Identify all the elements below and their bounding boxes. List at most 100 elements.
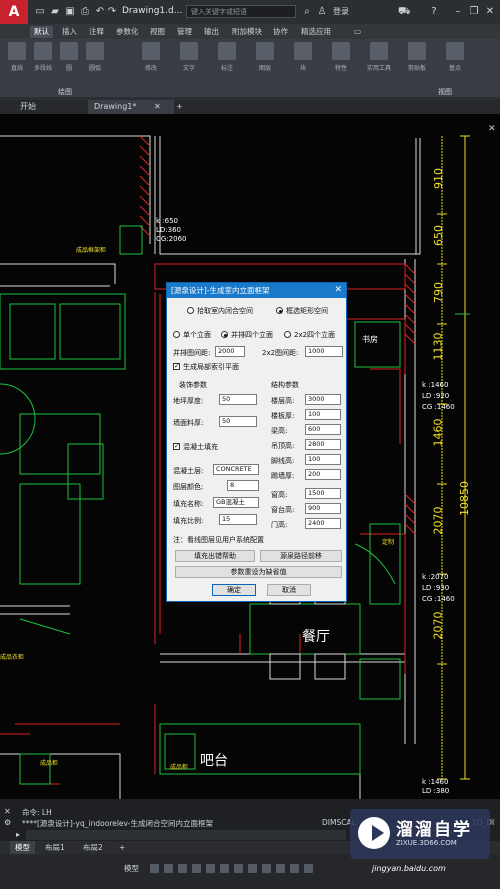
struct-param-input[interactable]: 100 xyxy=(305,409,341,420)
modify-button[interactable]: 修改 xyxy=(138,42,164,72)
new-file-icon[interactable]: ▭ xyxy=(34,6,46,17)
ribbon-tab-output[interactable]: 输出 xyxy=(200,26,223,38)
layers-button[interactable]: 图层 xyxy=(252,42,278,72)
minimize-icon[interactable]: – xyxy=(452,6,464,17)
fill-name-input[interactable]: GB混凝土 xyxy=(213,497,259,508)
radio-2x2[interactable] xyxy=(284,331,291,338)
struct-param-input[interactable]: 2800 xyxy=(305,439,341,450)
help-icon[interactable]: ? xyxy=(428,6,440,17)
clipboard-button[interactable]: 剪贴板 xyxy=(404,42,430,72)
layer-color-input[interactable]: 8 xyxy=(227,480,259,491)
struct-param-input[interactable]: 100 xyxy=(305,454,341,465)
ribbon-tab-featured[interactable]: 精选应用 xyxy=(297,26,335,38)
reset-defaults-button[interactable]: 参数重设为缺省值 xyxy=(175,566,342,578)
ribbon-group-view[interactable]: 视图 xyxy=(438,87,452,97)
grid-icon[interactable] xyxy=(150,864,159,873)
radio-four[interactable] xyxy=(221,331,228,338)
arc-tool-button[interactable]: 圆弧 xyxy=(82,42,108,72)
fill-help-button[interactable]: 填充出错帮助 xyxy=(175,550,255,562)
ok-button[interactable]: 确定 xyxy=(212,584,256,596)
close-icon[interactable]: ✕ xyxy=(484,6,496,17)
gap-input[interactable]: 2000 xyxy=(215,346,245,357)
ribbon-tab-manage[interactable]: 管理 xyxy=(173,26,196,38)
annotation-scale-icon[interactable] xyxy=(276,864,285,873)
concrete-fill-checkbox[interactable]: ✓ xyxy=(173,443,180,450)
layout-tab-model[interactable]: 模型 xyxy=(10,841,35,854)
block-button[interactable]: 块 xyxy=(290,42,316,72)
cart-icon[interactable]: ⛟ xyxy=(398,6,411,17)
cancel-button[interactable]: 取消 xyxy=(267,584,311,596)
ribbon-tab-insert[interactable]: 插入 xyxy=(58,26,81,38)
ribbon-toggle-icon[interactable]: ▭ xyxy=(350,26,365,38)
radio-single[interactable] xyxy=(173,331,180,338)
ribbon-tab-parametric[interactable]: 参数化 xyxy=(112,26,143,38)
ribbon-tab-annotate[interactable]: 注释 xyxy=(85,26,108,38)
text-button[interactable]: 文字 xyxy=(176,42,202,72)
lineweight-icon[interactable] xyxy=(234,864,243,873)
new-tab-icon[interactable]: + xyxy=(170,100,189,114)
command-settings-icon[interactable]: ⚙ xyxy=(4,818,11,827)
redo-icon[interactable]: ↷ xyxy=(106,6,118,17)
model-space-label[interactable]: 模型 xyxy=(124,863,139,874)
properties-button[interactable]: 特性 xyxy=(328,42,354,72)
search-input[interactable]: 键入关键字或短语 xyxy=(186,5,296,18)
app-logo[interactable]: A xyxy=(0,0,28,24)
login-link[interactable]: 登录 xyxy=(333,6,349,17)
path-forward-button[interactable]: 源泉路径前移 xyxy=(260,550,342,562)
ribbon-group-draw[interactable]: 绘图 xyxy=(58,87,72,97)
save-icon[interactable]: ▣ xyxy=(64,6,76,17)
utilities-button[interactable]: 实用工具 xyxy=(366,42,392,72)
index-plane-checkbox[interactable]: ✓ xyxy=(173,363,180,370)
radio-box-rect[interactable] xyxy=(276,307,283,314)
canvas-close-icon[interactable]: ✕ xyxy=(488,124,496,134)
command-close-icon[interactable]: ✕ xyxy=(4,807,11,816)
basepoint-button[interactable]: 基点 xyxy=(442,42,468,72)
otrack-icon[interactable] xyxy=(220,864,229,873)
floor-thickness-input[interactable]: 50 xyxy=(219,394,257,405)
struct-param-input[interactable]: 600 xyxy=(305,424,341,435)
dimension-button[interactable]: 标注 xyxy=(214,42,240,72)
ribbon-tab-view[interactable]: 视图 xyxy=(146,26,169,38)
file-tab-start[interactable]: 开始 xyxy=(14,100,42,114)
document-title: Drawing1.d... xyxy=(122,6,183,16)
radio-pick-closed[interactable] xyxy=(187,307,194,314)
struct-param-input[interactable]: 900 xyxy=(305,503,341,514)
struct-param-input[interactable]: 3000 xyxy=(305,394,341,405)
ribbon-tab-home[interactable]: 默认 xyxy=(30,26,53,38)
undo-icon[interactable]: ↶ xyxy=(94,6,106,17)
command-input[interactable] xyxy=(26,830,346,840)
add-layout-icon[interactable]: + xyxy=(114,841,130,854)
struct-param-input[interactable]: 1500 xyxy=(305,488,341,499)
ribbon-tab-addins[interactable]: 附加模块 xyxy=(228,26,266,38)
print-icon[interactable]: ⎙ xyxy=(79,6,91,17)
concrete-layer-input[interactable]: CONCRETE xyxy=(213,464,259,475)
open-file-icon[interactable]: ▰ xyxy=(49,6,61,17)
text-icon xyxy=(180,42,198,60)
layout-tab-1[interactable]: 布局1 xyxy=(40,841,70,854)
layout-tab-2[interactable]: 布局2 xyxy=(78,841,108,854)
close-tab-icon[interactable]: ✕ xyxy=(148,100,167,114)
furniture-label: 成品衣柜 xyxy=(0,654,25,661)
struct-param-input[interactable]: 2400 xyxy=(305,518,341,529)
ribbon-tab-collaborate[interactable]: 协作 xyxy=(269,26,292,38)
room-label-dining: 餐厅 xyxy=(302,629,330,645)
workspace-icon[interactable] xyxy=(290,864,299,873)
customize-icon[interactable] xyxy=(304,864,313,873)
fill-scale-label: 填充比例: xyxy=(173,517,204,525)
transparency-icon[interactable] xyxy=(248,864,257,873)
user-icon[interactable]: ♙ xyxy=(316,6,328,17)
search-icon[interactable]: ⌕ xyxy=(301,6,313,17)
polar-icon[interactable] xyxy=(192,864,201,873)
dimension-label: 1460 xyxy=(431,418,445,447)
fill-scale-input[interactable]: 15 xyxy=(219,514,257,525)
dialog-close-icon[interactable]: ✕ xyxy=(334,283,342,298)
snap-icon[interactable] xyxy=(164,864,173,873)
maximize-icon[interactable]: ❐ xyxy=(468,6,480,17)
selection-cycling-icon[interactable] xyxy=(262,864,271,873)
gap2-input[interactable]: 1000 xyxy=(305,346,343,357)
ortho-icon[interactable] xyxy=(178,864,187,873)
struct-param-input[interactable]: 200 xyxy=(305,469,341,480)
wall-thickness-input[interactable]: 50 xyxy=(219,416,257,427)
layer-color-label: 图层颜色: xyxy=(173,483,204,491)
osnap-icon[interactable] xyxy=(206,864,215,873)
